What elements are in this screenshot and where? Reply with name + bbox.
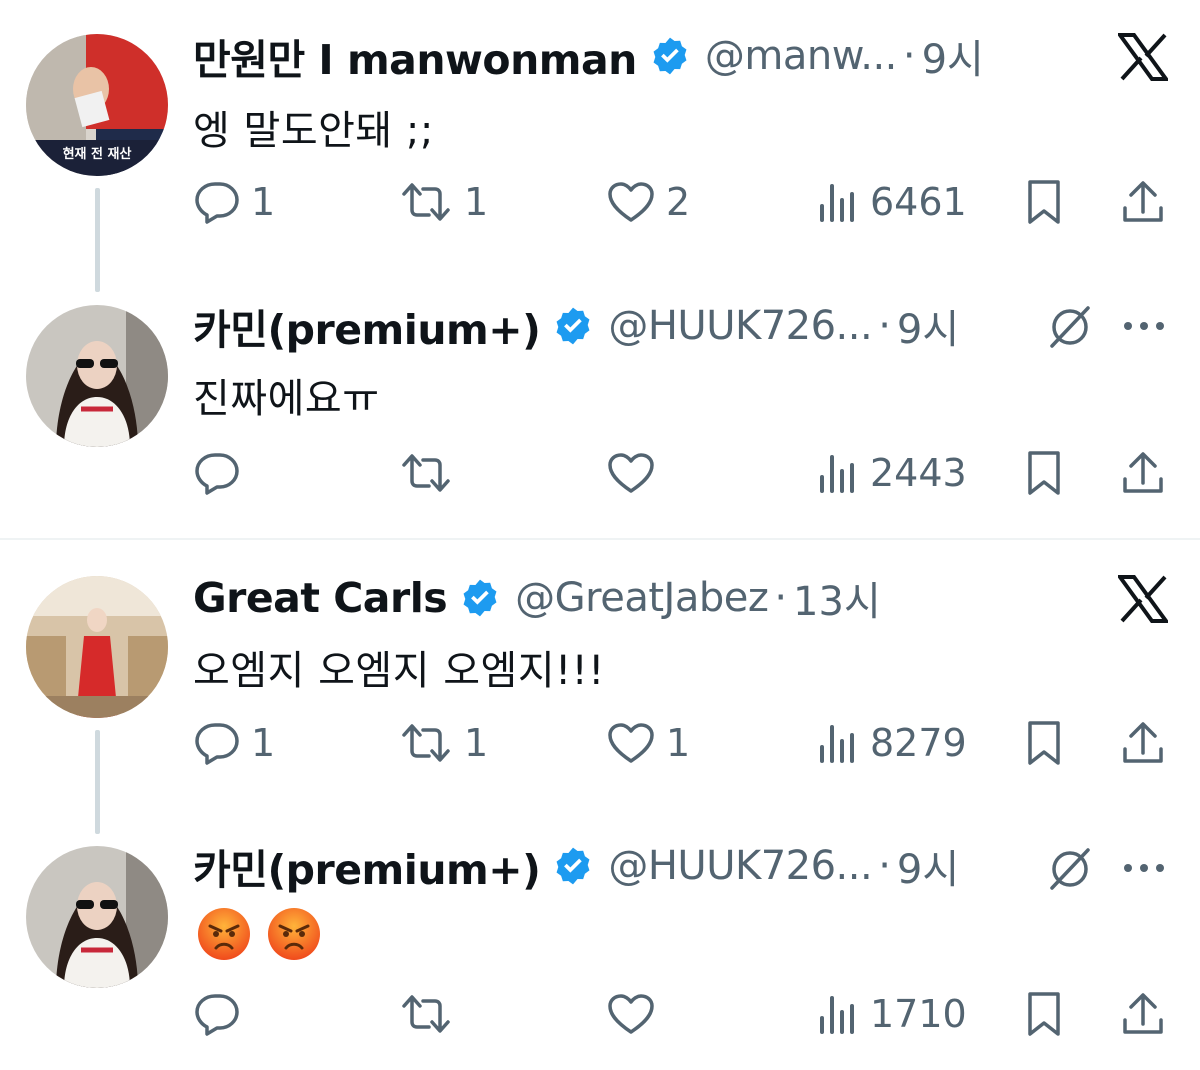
reply-count: 1 xyxy=(251,180,276,224)
handle[interactable]: @GreatJabez xyxy=(515,575,769,621)
bookmark-button[interactable] xyxy=(1022,713,1066,773)
display-name[interactable]: 카민(premium+) xyxy=(193,296,541,356)
avatar[interactable]: 현재 전 재산 xyxy=(26,34,168,176)
timestamp[interactable]: 9시 xyxy=(897,837,959,895)
grok-icon[interactable] xyxy=(1044,842,1096,894)
views-button[interactable]: 8279 xyxy=(816,713,967,773)
retweet-icon xyxy=(402,995,450,1033)
share-button[interactable] xyxy=(1120,443,1166,503)
avatar-caption: 현재 전 재산 xyxy=(63,146,132,162)
timestamp[interactable]: 9시 xyxy=(922,27,984,85)
reply-icon xyxy=(195,182,239,224)
bookmark-icon xyxy=(1028,180,1060,224)
retweet-icon xyxy=(402,183,450,221)
timestamp[interactable]: 9시 xyxy=(897,297,959,355)
handle[interactable]: @HUUK726... xyxy=(608,303,872,349)
heart-icon xyxy=(608,994,654,1034)
separator-dot: · xyxy=(878,303,891,349)
views-icon xyxy=(820,725,854,763)
reply-count: 1 xyxy=(251,721,276,765)
tweet-text: 진짜에요ㅠ xyxy=(193,376,380,422)
reply-icon xyxy=(195,723,239,765)
reply-icon xyxy=(195,994,239,1036)
x-logo-icon xyxy=(1116,572,1170,626)
views-button[interactable]: 6461 xyxy=(816,172,967,232)
share-icon xyxy=(1123,993,1163,1034)
retweet-button[interactable]: 1 xyxy=(398,172,488,232)
bookmark-button[interactable] xyxy=(1022,443,1066,503)
like-button[interactable]: 2 xyxy=(606,172,690,232)
bookmark-icon xyxy=(1028,451,1060,495)
bookmark-icon xyxy=(1028,721,1060,765)
display-name[interactable]: 카민(premium+) xyxy=(193,836,541,896)
avatar[interactable] xyxy=(26,846,168,988)
retweet-icon xyxy=(402,454,450,492)
angry-face-emoji-icon xyxy=(268,908,320,960)
heart-icon xyxy=(608,723,654,763)
reply-button[interactable] xyxy=(193,984,241,1044)
tweet-text: 엥 말도안돼 ;; xyxy=(193,108,434,154)
tweet-text: 오엠지 오엠지 오엠지!!! xyxy=(193,648,605,694)
verified-badge-icon xyxy=(556,847,590,885)
view-count: 2443 xyxy=(870,451,967,495)
view-count: 6461 xyxy=(870,180,967,224)
timestamp[interactable]: 13시 xyxy=(793,569,881,627)
views-icon xyxy=(820,996,854,1034)
handle[interactable]: @manw... xyxy=(705,33,898,79)
separator-dot: · xyxy=(774,575,788,621)
share-button[interactable] xyxy=(1120,984,1166,1044)
display-name[interactable]: 만원만 I manwonman xyxy=(193,26,637,86)
separator-dot: · xyxy=(902,33,916,79)
retweet-button[interactable]: 1 xyxy=(398,713,488,773)
like-button[interactable]: 1 xyxy=(606,713,690,773)
avatar[interactable] xyxy=(26,305,168,447)
retweet-icon xyxy=(402,724,450,762)
reply-button[interactable]: 1 xyxy=(193,713,275,773)
views-icon xyxy=(820,455,854,493)
separator-dot: · xyxy=(878,843,891,889)
share-icon xyxy=(1123,181,1163,222)
more-options-icon[interactable] xyxy=(1120,848,1168,888)
angry-face-emoji-icon xyxy=(198,908,250,960)
bookmark-button[interactable] xyxy=(1022,984,1066,1044)
handle[interactable]: @HUUK726... xyxy=(608,843,872,889)
divider xyxy=(0,538,1200,540)
verified-badge-icon xyxy=(556,307,590,345)
retweet-count: 1 xyxy=(464,180,489,224)
views-icon xyxy=(820,184,854,222)
share-button[interactable] xyxy=(1120,172,1166,232)
like-button[interactable] xyxy=(606,443,656,503)
views-button[interactable]: 1710 xyxy=(816,984,967,1044)
reply-icon xyxy=(195,453,239,495)
share-button[interactable] xyxy=(1120,713,1166,773)
avatar[interactable] xyxy=(26,576,168,718)
more-options-icon[interactable] xyxy=(1120,306,1168,346)
reply-button[interactable]: 1 xyxy=(193,172,275,232)
bookmark-icon xyxy=(1028,992,1060,1036)
views-button[interactable]: 2443 xyxy=(816,443,967,503)
view-count: 1710 xyxy=(870,992,967,1036)
x-logo-icon xyxy=(1116,30,1170,84)
reply-button[interactable] xyxy=(193,443,241,503)
retweet-button[interactable] xyxy=(398,443,454,503)
tweet-emojis xyxy=(196,906,322,962)
like-count: 2 xyxy=(666,180,691,224)
like-button[interactable] xyxy=(606,984,656,1044)
grok-icon[interactable] xyxy=(1044,300,1096,352)
retweet-button[interactable] xyxy=(398,984,454,1044)
heart-icon xyxy=(608,453,654,493)
view-count: 8279 xyxy=(870,721,967,765)
verified-badge-icon xyxy=(653,37,687,75)
display-name[interactable]: Great Carls xyxy=(193,574,448,622)
like-count: 1 xyxy=(666,721,691,765)
verified-badge-icon xyxy=(463,579,497,617)
share-icon xyxy=(1123,722,1163,763)
retweet-count: 1 xyxy=(464,721,489,765)
bookmark-button[interactable] xyxy=(1022,172,1066,232)
heart-icon xyxy=(608,182,654,222)
share-icon xyxy=(1123,452,1163,493)
